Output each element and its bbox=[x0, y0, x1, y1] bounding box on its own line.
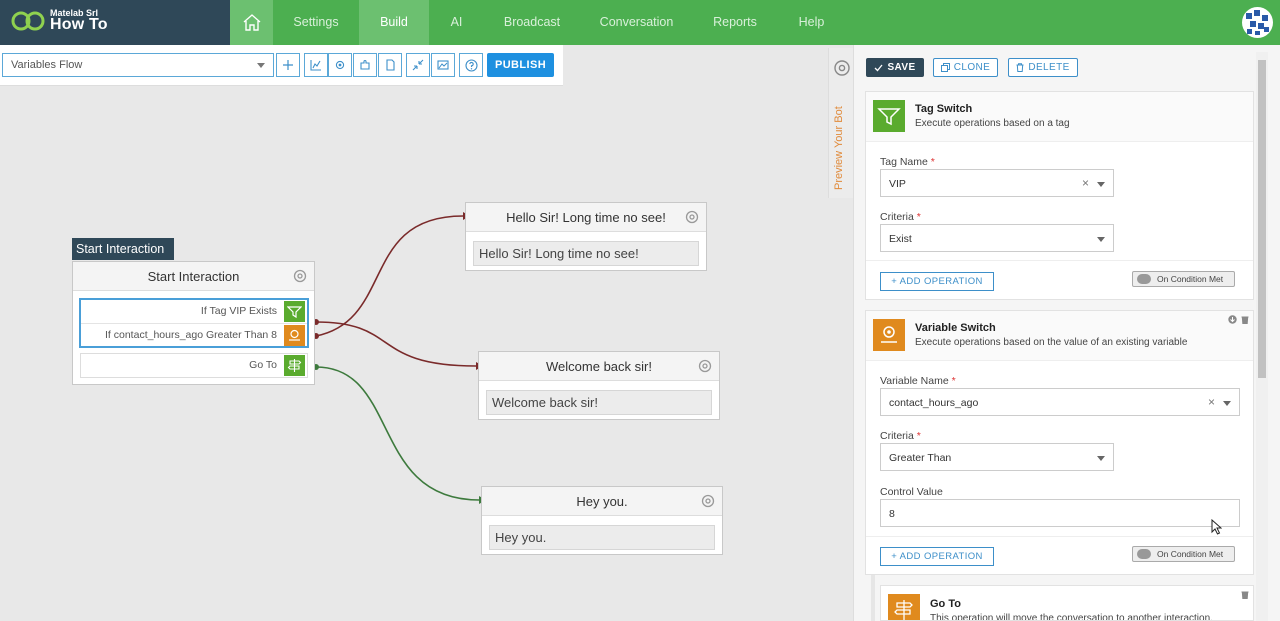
connector-vip bbox=[315, 215, 464, 337]
connector-goto bbox=[315, 366, 480, 501]
condition-vip[interactable]: If Tag VIP Exists bbox=[81, 300, 307, 323]
goto-label: Go To bbox=[249, 359, 277, 371]
trash-icon bbox=[1016, 63, 1024, 72]
clone-label: CLONE bbox=[953, 62, 991, 73]
card-title: Variable Switch bbox=[915, 322, 996, 334]
signpost-icon bbox=[284, 355, 305, 376]
save-button[interactable]: SAVE bbox=[866, 58, 924, 77]
toggle-switch-icon bbox=[1137, 274, 1151, 284]
add-operation-button[interactable]: + ADD OPERATION bbox=[880, 547, 994, 566]
card-subtitle: This operation will move the conversatio… bbox=[930, 613, 1213, 621]
criteria-select[interactable]: Greater Than bbox=[880, 443, 1114, 471]
chevron-down-icon bbox=[1097, 237, 1105, 242]
scrollbar-thumb[interactable] bbox=[1258, 60, 1266, 378]
save-label: SAVE bbox=[887, 62, 916, 73]
funnel-icon bbox=[873, 100, 905, 132]
criteria-label: Criteria * bbox=[880, 211, 921, 223]
tag-switch-card: Tag Switch Execute operations based on a… bbox=[865, 91, 1254, 300]
delete-button[interactable]: DELETE bbox=[1008, 58, 1078, 77]
criteria-select[interactable]: Exist bbox=[880, 224, 1114, 252]
gear-icon[interactable] bbox=[684, 209, 700, 225]
node-title: Hey you. bbox=[576, 494, 628, 509]
message-node-hey[interactable]: Hey you. Hey you. bbox=[481, 486, 723, 555]
signpost-icon bbox=[888, 594, 920, 620]
chevron-down-icon bbox=[1097, 182, 1105, 187]
card-title: Tag Switch bbox=[915, 103, 973, 115]
goto-card: Go To This operation will move the conve… bbox=[880, 585, 1254, 621]
tag-name-label: Tag Name * bbox=[880, 156, 935, 168]
tag-name-value: VIP bbox=[889, 178, 906, 190]
control-value: 8 bbox=[889, 508, 895, 520]
card-title: Go To bbox=[930, 598, 961, 610]
toggle-switch-icon bbox=[1137, 549, 1151, 559]
tag-name-select[interactable]: VIP × bbox=[880, 169, 1114, 197]
add-operation-button[interactable]: + ADD OPERATION bbox=[880, 272, 994, 291]
message-node-welcome[interactable]: Welcome back sir! Welcome back sir! bbox=[478, 351, 720, 420]
chevron-down-icon bbox=[1223, 401, 1231, 406]
copy-icon bbox=[940, 63, 950, 72]
message-body: Hello Sir! Long time no see! bbox=[473, 241, 699, 266]
node-title: Welcome back sir! bbox=[546, 359, 652, 374]
criteria-value: Greater Than bbox=[889, 452, 952, 464]
gear-icon[interactable] bbox=[292, 268, 308, 284]
gear-icon[interactable] bbox=[832, 58, 852, 78]
on-condition-toggle[interactable]: On Condition Met bbox=[1132, 271, 1235, 287]
control-value-label: Control Value bbox=[880, 486, 943, 498]
mouse-cursor-icon bbox=[1211, 519, 1222, 535]
trash-icon[interactable] bbox=[1241, 315, 1249, 324]
on-condition-toggle[interactable]: On Condition Met bbox=[1132, 546, 1235, 562]
node-title: Hello Sir! Long time no see! bbox=[506, 210, 666, 225]
conditions-box[interactable]: If Tag VIP Exists If contact_hours_ago G… bbox=[79, 298, 309, 348]
on-condition-label: On Condition Met bbox=[1157, 549, 1224, 559]
clear-icon[interactable]: × bbox=[1208, 395, 1215, 409]
condition-label: If contact_hours_ago Greater Than 8 bbox=[105, 329, 277, 341]
variable-name-value: contact_hours_ago bbox=[889, 397, 979, 409]
condition-hours[interactable]: If contact_hours_ago Greater Than 8 bbox=[81, 323, 307, 346]
variable-switch-icon bbox=[873, 319, 905, 351]
message-body: Hey you. bbox=[489, 525, 715, 550]
delete-label: DELETE bbox=[1028, 62, 1070, 73]
criteria-label: Criteria * bbox=[880, 430, 921, 442]
preview-bot-label[interactable]: Preview Your Bot bbox=[833, 106, 845, 190]
control-value-input[interactable]: 8 bbox=[880, 499, 1240, 527]
variable-switch-card: Variable Switch Execute operations based… bbox=[865, 310, 1254, 575]
avatar[interactable] bbox=[1242, 7, 1273, 38]
clear-icon[interactable]: × bbox=[1082, 176, 1089, 190]
goto-row[interactable]: Go To bbox=[80, 353, 308, 378]
card-subtitle: Execute operations based on a tag bbox=[915, 118, 1070, 129]
clone-button[interactable]: CLONE bbox=[933, 58, 998, 77]
variable-name-select[interactable]: contact_hours_ago × bbox=[880, 388, 1240, 416]
user-avatar-icon bbox=[1246, 10, 1269, 35]
on-condition-label: On Condition Met bbox=[1157, 274, 1224, 284]
chevron-down-icon bbox=[1097, 456, 1105, 461]
trash-icon[interactable] bbox=[1241, 590, 1249, 599]
panel-scrollbar[interactable] bbox=[1256, 52, 1268, 621]
variable-switch-icon bbox=[284, 325, 305, 346]
check-icon bbox=[874, 64, 883, 71]
variable-name-label: Variable Name * bbox=[880, 375, 956, 387]
condition-label: If Tag VIP Exists bbox=[200, 305, 277, 317]
nesting-line bbox=[871, 575, 875, 621]
gear-icon[interactable] bbox=[700, 493, 716, 509]
connector-hours bbox=[315, 321, 477, 367]
gear-icon[interactable] bbox=[697, 358, 713, 374]
criteria-value: Exist bbox=[889, 233, 912, 245]
message-body: Welcome back sir! bbox=[486, 390, 712, 415]
start-interaction-tag: Start Interaction bbox=[72, 238, 174, 260]
node-title: Start Interaction bbox=[147, 269, 240, 284]
funnel-icon bbox=[284, 301, 305, 322]
card-subtitle: Execute operations based on the value of… bbox=[915, 337, 1188, 348]
message-node-hello[interactable]: Hello Sir! Long time no see! Hello Sir! … bbox=[465, 202, 707, 271]
move-down-icon[interactable] bbox=[1228, 315, 1237, 324]
start-interaction-node[interactable]: Start Interaction If Tag VIP Exists If c… bbox=[72, 261, 315, 385]
